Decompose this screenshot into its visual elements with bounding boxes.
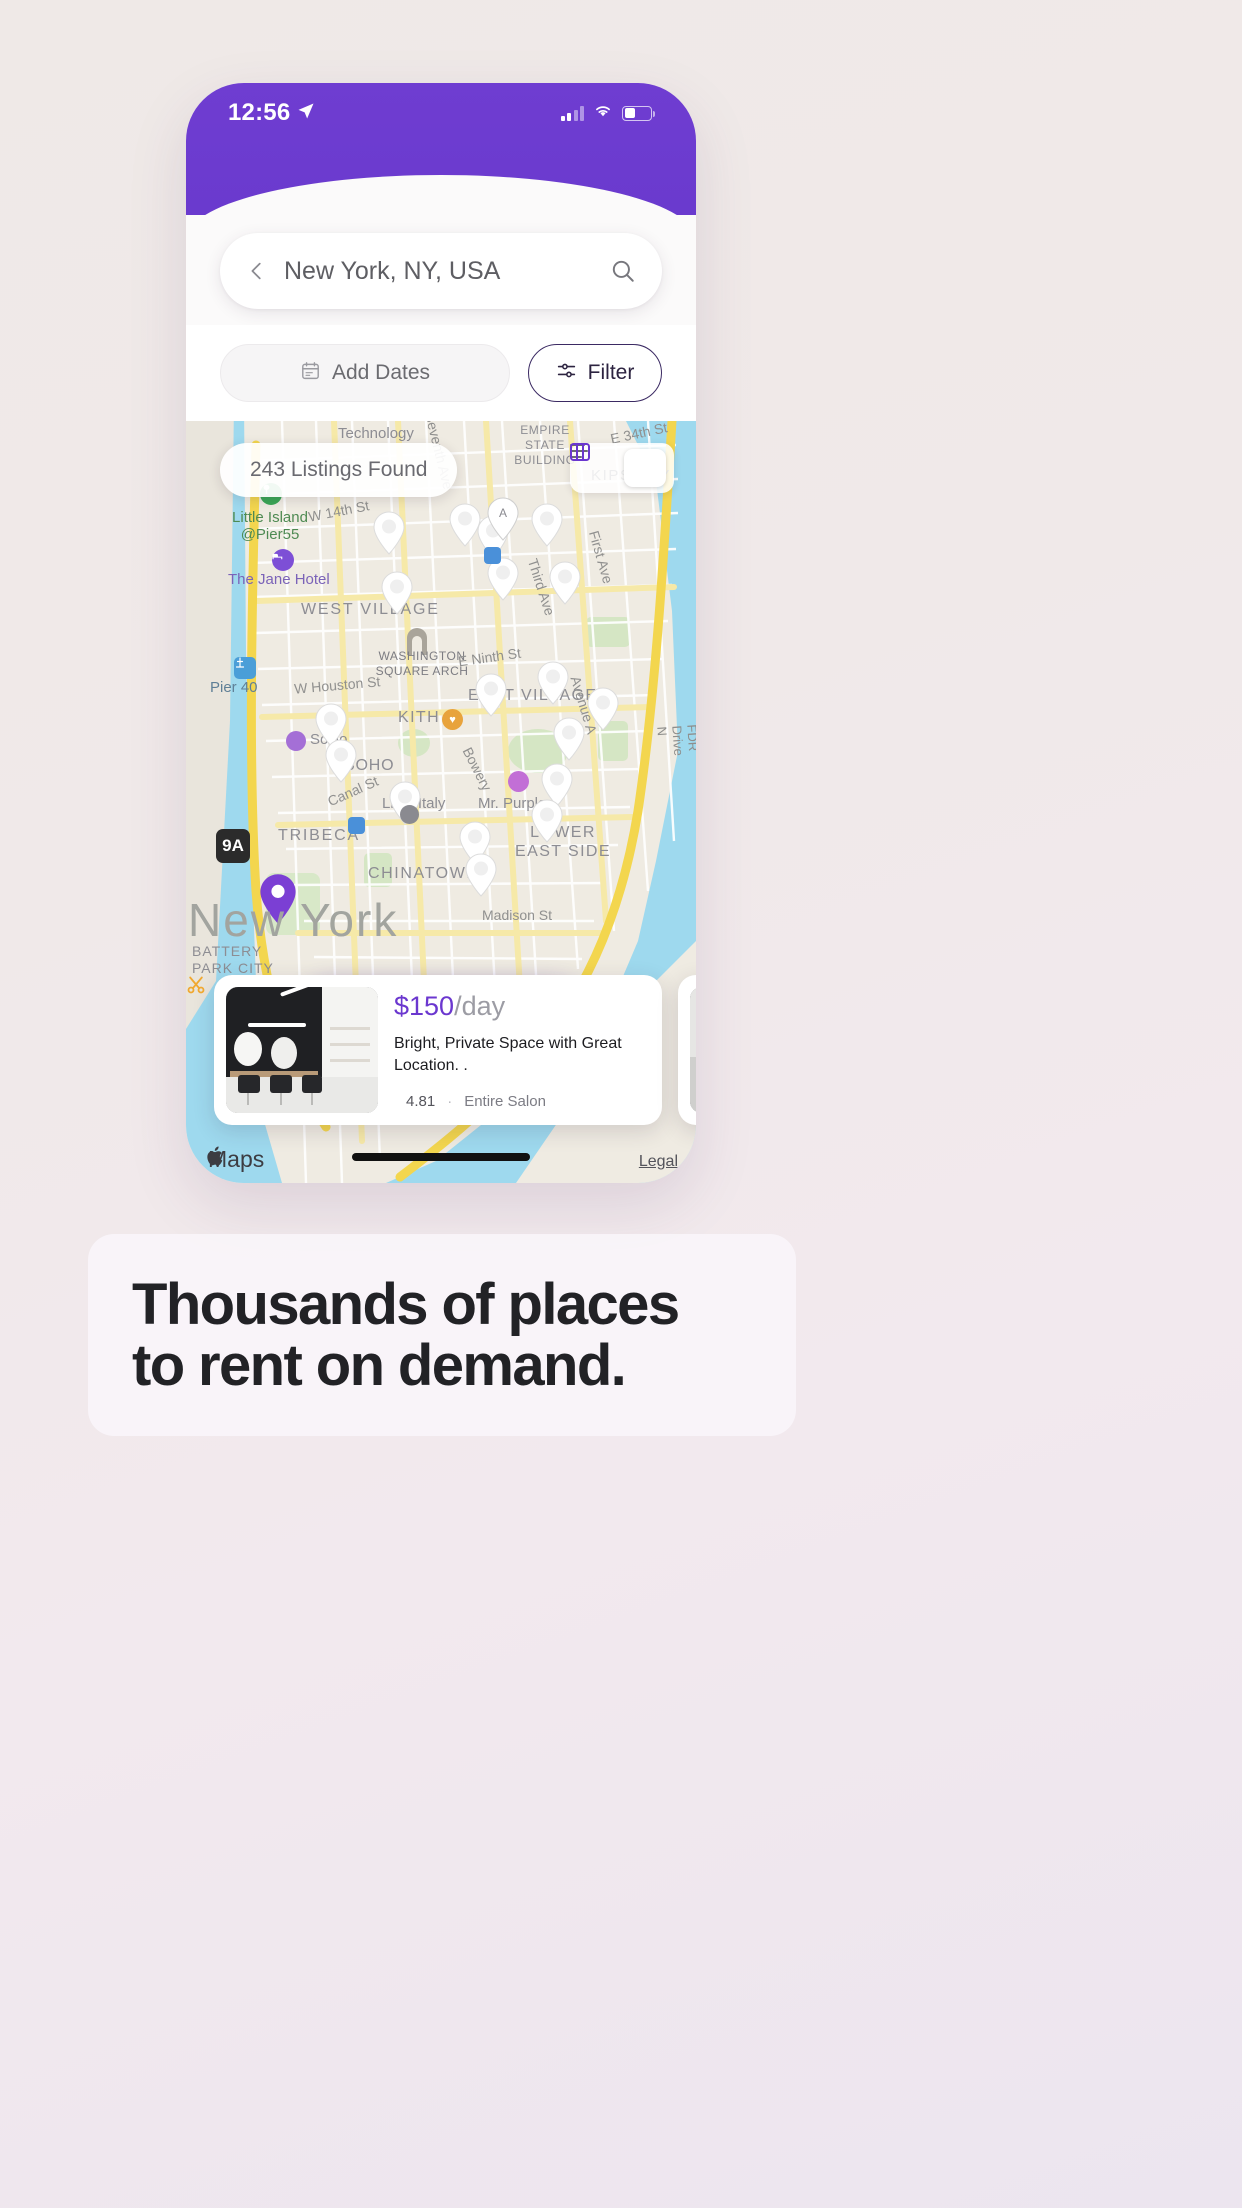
marketing-headline-line2: to rent on demand. [132, 1333, 627, 1398]
apple-maps-attribution: Maps [206, 1146, 264, 1173]
marketing-headline-line1: Thousands of places [132, 1271, 680, 1337]
search-bar[interactable]: New York, NY, USA [220, 233, 662, 309]
map-pin[interactable] [464, 853, 498, 897]
map-pin[interactable] [474, 673, 508, 717]
filter-button[interactable]: Filter [528, 344, 662, 402]
route-shield-9a: 9A [216, 829, 250, 863]
bar-icon [508, 771, 529, 792]
filter-row: Add Dates Filter [186, 325, 696, 421]
search-header: New York, NY, USA [186, 215, 696, 325]
map-pin[interactable] [536, 661, 570, 705]
landmark-icon [400, 805, 419, 824]
add-dates-button[interactable]: Add Dates [220, 344, 510, 402]
hotel-icon [272, 549, 294, 571]
map-pin[interactable] [530, 503, 564, 547]
transit-icon [348, 817, 365, 834]
map-pin[interactable] [324, 739, 358, 783]
status-clock: 12:56 [228, 99, 291, 126]
map-view-icon[interactable] [570, 443, 666, 487]
map-canvas[interactable]: Technology EMPIRE STATE BUILDING KIPS BA… [186, 421, 696, 1183]
filter-label: Filter [587, 361, 635, 384]
map-pin[interactable] [586, 687, 620, 731]
battery-low-icon [622, 105, 656, 121]
listing-meta-separator: · [447, 1093, 453, 1110]
wifi-icon [593, 103, 613, 123]
add-dates-label: Add Dates [331, 361, 431, 384]
back-chevron-icon[interactable] [246, 260, 268, 282]
listing-photo [226, 987, 378, 1113]
search-input[interactable]: New York, NY, USA [284, 257, 610, 286]
phone-mockup: 12:56 New York, NY, USA Add Dates Filter… [186, 83, 696, 1183]
listing-meta: 4.81 · Entire Salon [187, 976, 650, 1113]
sliders-icon [556, 360, 577, 387]
location-arrow-icon [297, 102, 315, 125]
cellular-signal-icon [560, 105, 584, 121]
listing-card[interactable]: $150/day Bright, Private Space with Grea… [187, 975, 662, 1125]
listing-photo [690, 987, 696, 1113]
map-pin[interactable] [548, 561, 582, 605]
transit-icon [484, 547, 501, 564]
view-toggle[interactable] [570, 443, 674, 493]
marketing-panel: Thousands of places to rent on demand. [88, 1234, 796, 1436]
listings-count-badge: 243 Listings Found [220, 443, 458, 497]
map-pin[interactable] [380, 571, 414, 615]
shopping-icon: ♥ [442, 709, 463, 730]
listing-title: Bright, Private Space with Great Locatio… [394, 1035, 622, 1074]
home-indicator [352, 1153, 530, 1161]
map-pin[interactable] [372, 511, 406, 555]
listing-price-amount: $150 [394, 991, 455, 1021]
map-pin-selected[interactable]: A [486, 497, 520, 541]
listing-price-unit: /day [454, 991, 506, 1021]
monument-icon [404, 627, 430, 657]
listing-space-type: Entire Salon [464, 1093, 546, 1110]
legal-link[interactable]: Legal [639, 1153, 678, 1171]
search-icon[interactable] [610, 258, 636, 284]
soho-shop-icon [286, 731, 306, 751]
map-label-new-york: New York [188, 894, 399, 946]
listing-card[interactable] [678, 975, 696, 1125]
listing-rating: 4.81 [406, 1093, 436, 1110]
map-pin[interactable] [552, 717, 586, 761]
map-pin[interactable] [530, 799, 564, 843]
status-bar: 12:56 [186, 83, 696, 143]
listing-cards-carousel[interactable]: $150/day Bright, Private Space with Grea… [186, 975, 696, 1125]
marina-icon [234, 657, 256, 679]
listing-price: $150/day [394, 991, 650, 1022]
calendar-icon [300, 360, 321, 387]
svg-text:A: A [499, 506, 507, 520]
